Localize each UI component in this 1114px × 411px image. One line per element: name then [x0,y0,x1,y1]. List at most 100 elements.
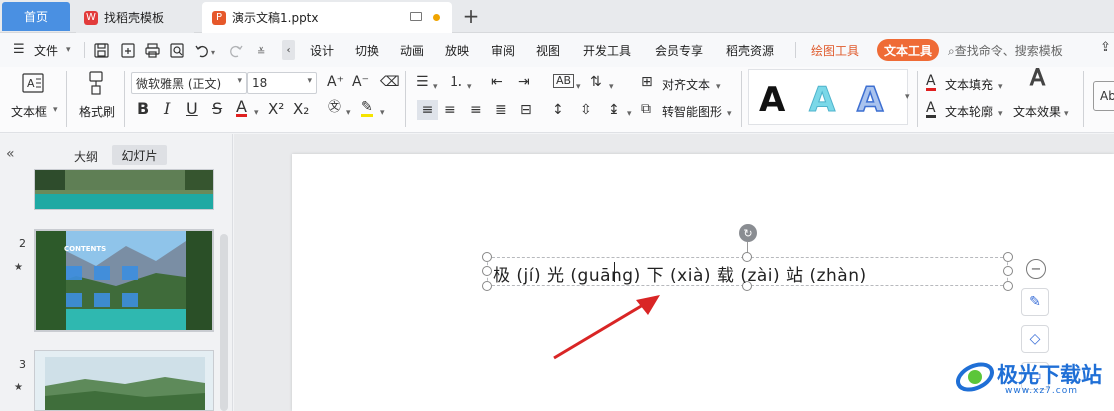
wordart-style-cyan[interactable]: A [808,80,835,121]
italic-icon[interactable]: I [164,101,170,117]
undo-icon[interactable] [195,45,208,58]
chevron-down-icon[interactable]: ▾ [576,79,581,95]
sort-icon[interactable]: ⇅ [590,74,602,90]
chevron-down-icon[interactable]: ▾ [627,106,632,122]
text-effect-label[interactable]: 文本效果 [1013,103,1061,120]
chevron-down-icon[interactable]: ▾ [998,106,1003,122]
increase-font-icon[interactable]: A⁺ [327,74,344,90]
line-spacing-icon[interactable]: ↕ [552,102,564,118]
chevron-down-icon[interactable]: ▾ [346,105,351,121]
bold-icon[interactable]: B [137,101,149,117]
chevron-down-icon[interactable]: ▾ [609,79,614,95]
menu-text-tools-active[interactable]: 文本工具 [877,39,939,61]
chevron-down-icon[interactable]: ▾ [433,79,438,95]
pinyin-guide-icon[interactable]: ㉆ [328,100,341,116]
file-menu[interactable]: 文件 [34,42,58,59]
undo-dropdown-icon[interactable]: ▾ [211,48,215,57]
tab-template-store[interactable]: W 找稻壳模板 [76,2,194,33]
save-icon[interactable] [94,43,109,58]
decrease-font-icon[interactable]: A⁻ [352,74,369,90]
chevron-down-icon[interactable]: ▾ [467,79,472,95]
collapse-panel-icon[interactable]: « [6,146,15,162]
numbered-list-icon[interactable]: ⒈ [449,74,463,90]
chevron-down-icon[interactable]: ▾ [254,105,259,121]
menu-docer-resources[interactable]: 稻壳资源 [726,42,774,59]
bullet-list-icon[interactable]: ☰ [416,74,429,90]
spacing-options-icon[interactable]: ↨ [608,102,620,118]
command-search[interactable]: ⌕查找命令、搜索模板 [948,42,1063,59]
text-direction-icon[interactable]: AB [553,74,575,88]
clear-format-icon[interactable]: ⌫ [380,74,400,90]
highlight-icon[interactable]: ✎ [361,100,373,117]
shape-fill-icon[interactable]: ◇ [1021,325,1049,353]
menu-slideshow[interactable]: 放映 [445,42,469,59]
text-fill-icon[interactable]: A [926,74,936,91]
outline-tab[interactable]: 大纲 [74,148,98,165]
text-fill-label[interactable]: 文本填充 [945,76,993,93]
menu-developer[interactable]: 开发工具 [583,42,631,59]
chevron-down-icon[interactable]: ▾ [727,106,732,122]
customize-toolbar-icon[interactable]: ≚ [257,46,265,58]
share-icon[interactable]: ⇪ [1100,40,1111,55]
chevron-down-icon[interactable]: ▾ [53,105,58,115]
print-icon[interactable] [145,43,160,58]
textbox-label[interactable]: 文本框 [11,103,47,120]
distribute-icon[interactable]: ⊟ [520,102,532,118]
chevron-down-icon[interactable]: ▾ [716,79,721,95]
text-outline-label[interactable]: 文本轮廓 [945,103,993,120]
tab-document[interactable]: P 演示文稿1.pptx [202,2,452,33]
wordart-style-blue-outline[interactable]: A [856,79,884,121]
menu-member[interactable]: 会员专享 [655,42,703,59]
resize-handle[interactable] [1003,252,1013,262]
align-text-icon[interactable]: ⊞ [641,74,653,90]
textbox-icon[interactable]: A [22,73,44,93]
resize-handle[interactable] [482,266,492,276]
smart-shape-icon[interactable]: ⧉ [641,101,651,117]
redo-icon[interactable] [230,45,243,58]
smart-shape-label[interactable]: 转智能图形 [662,103,722,120]
subscript-icon[interactable]: X₂ [293,101,309,117]
chevron-down-icon[interactable]: ▾ [380,105,385,121]
align-center-icon[interactable]: ≡ [444,102,456,118]
resize-handle[interactable] [1003,281,1013,291]
collapse-tools-icon[interactable]: − [1026,259,1046,279]
new-tab-button[interactable]: + [460,4,482,28]
slides-tab[interactable]: 幻灯片 [112,145,167,165]
text-outline-icon[interactable]: A [926,101,936,118]
print-preview-icon[interactable] [170,43,184,58]
pen-style-icon[interactable]: ✎ [1021,288,1049,316]
chevron-down-icon[interactable]: ▾ [1064,106,1069,122]
menu-design[interactable]: 设计 [310,42,334,59]
font-size-select[interactable]: 18 ▾ [247,72,317,94]
gallery-expand-icon[interactable]: ▾ [905,89,910,105]
resize-handle[interactable] [1003,266,1013,276]
superscript-icon[interactable]: X² [268,101,284,117]
align-text-label[interactable]: 对齐文本 [662,76,710,93]
menu-view[interactable]: 视图 [536,42,560,59]
format-painter-label[interactable]: 格式刷 [79,103,115,120]
slide-text-content[interactable]: 极 (jí) 光 (guāng) 下 (xià) 载 (zài) 站 (zhàn… [493,261,867,286]
underline-icon[interactable]: U [186,101,198,117]
align-right-icon[interactable]: ≡ [470,102,482,118]
align-left-icon[interactable]: ≡ [417,100,438,120]
shape-style-preview[interactable]: Ab [1093,81,1114,111]
resize-handle[interactable] [482,252,492,262]
slide-thumbnail-1[interactable] [34,169,214,210]
menu-transition[interactable]: 切换 [355,42,379,59]
increase-indent-icon[interactable]: ⇥ [518,74,530,90]
menu-drawing-tools[interactable]: 绘图工具 [811,42,859,59]
chevron-down-icon[interactable]: ▾ [66,45,71,55]
wordart-style-black[interactable]: A [759,80,785,120]
font-name-select[interactable]: 微软雅黑 (正文) ▾ [131,72,247,94]
strikethrough-icon[interactable]: S [212,101,222,117]
font-color-icon[interactable]: A [236,99,247,117]
format-painter-icon[interactable] [86,71,106,95]
hamburger-menu-icon[interactable]: ☰ [13,42,25,57]
menu-animation[interactable]: 动画 [400,42,424,59]
chevron-down-icon[interactable]: ▾ [998,79,1003,95]
slide-thumbnail-3[interactable] [34,350,214,411]
decrease-indent-icon[interactable]: ⇤ [491,74,503,90]
window-mode-icon[interactable] [410,12,422,21]
paragraph-spacing-icon[interactable]: ⇳ [580,102,592,118]
export-pdf-icon[interactable] [121,43,135,58]
